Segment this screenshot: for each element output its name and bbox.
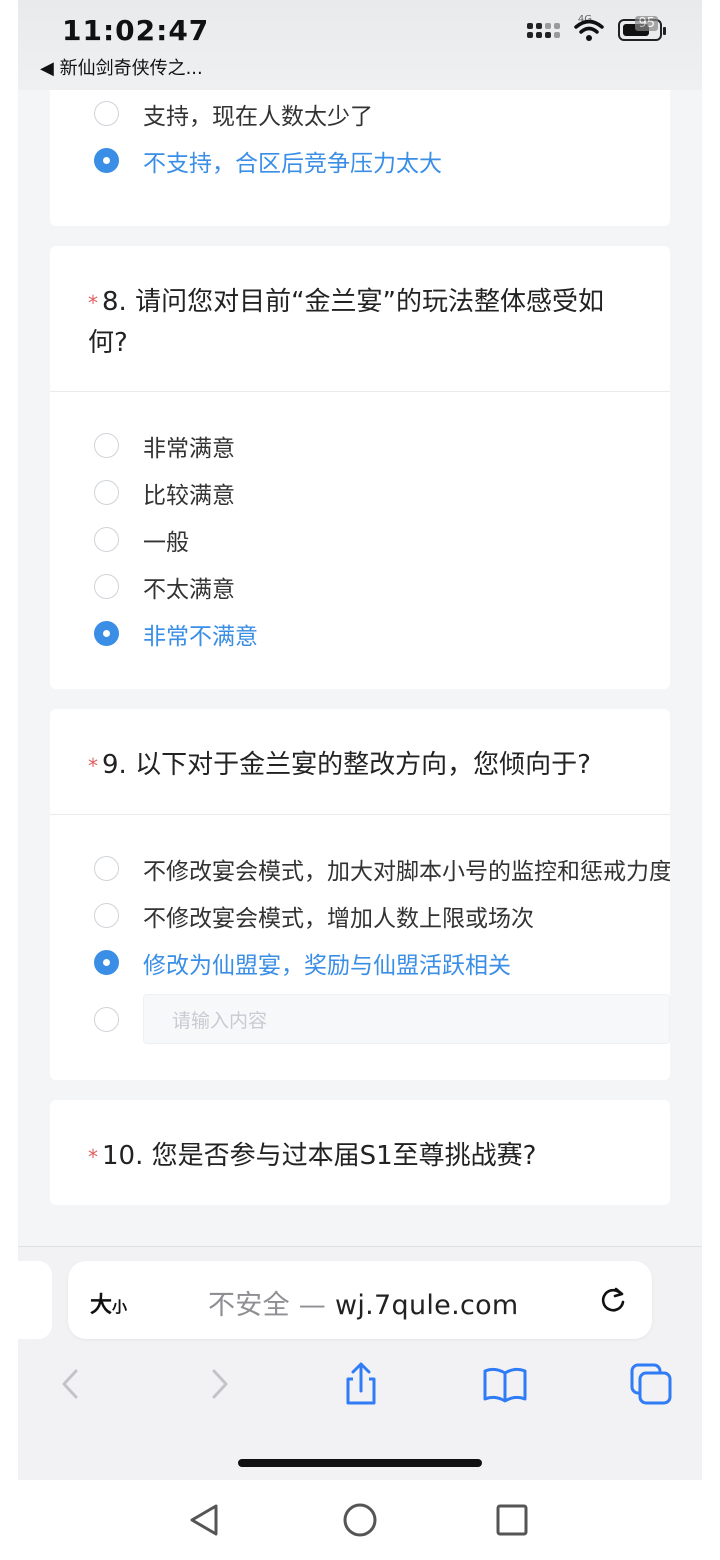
option-q8-2[interactable]: 比较满意: [94, 469, 670, 516]
question-card-10: * 10. 您是否参与过本届S1至尊挑战赛?: [50, 1100, 670, 1205]
question-title: * 10. 您是否参与过本届S1至尊挑战赛?: [50, 1100, 670, 1205]
back-icon[interactable]: [46, 1359, 96, 1409]
option-label: 修改为仙盟宴，奖励与仙盟活跃相关: [143, 952, 511, 979]
question-card-9: * 9. 以下对于金兰宴的整改方向，您倾向于? 不修改宴会模式，加大对脚本小号的监…: [50, 709, 670, 1080]
wifi-icon: [574, 19, 604, 41]
option-q7-1[interactable]: 支持，现在人数太少了: [94, 90, 670, 137]
clock: 11:02:47: [62, 14, 210, 47]
battery-level: 95: [635, 16, 658, 31]
question-options: 不修改宴会模式，加大对脚本小号的监控和惩戒力度 不修改宴会模式，增加人数上限或场…: [50, 815, 670, 1080]
right-gutter: [702, 0, 720, 1480]
required-star: *: [88, 291, 98, 315]
text-size-small: 小: [112, 1298, 128, 1316]
text-size-button[interactable]: 大小: [90, 1287, 127, 1319]
option-label: 比较满意: [143, 482, 235, 509]
radio-button[interactable]: [94, 1006, 119, 1032]
option-label: 不太满意: [143, 576, 235, 603]
browser-toolbar: 大小 不安全 — wj.7qule.com: [18, 1246, 702, 1480]
option-label: 一般: [143, 529, 189, 556]
text-size-big: 大: [90, 1293, 113, 1318]
radio-button[interactable]: [94, 527, 119, 552]
option-q7-2[interactable]: 不支持，合区后竞争压力太大: [94, 137, 670, 184]
nav-back-icon[interactable]: [186, 1502, 222, 1538]
radio-button-selected[interactable]: [94, 950, 119, 975]
option-label: 不修改宴会模式，增加人数上限或场次: [143, 905, 534, 932]
question-options: 非常满意 比较满意 一般 不太满意 非常不满意: [50, 392, 670, 689]
option-q9-2[interactable]: 不修改宴会模式，增加人数上限或场次: [94, 892, 670, 939]
home-indicator[interactable]: [238, 1459, 482, 1467]
option-q9-1[interactable]: 不修改宴会模式，加大对脚本小号的监控和惩戒力度: [94, 845, 670, 892]
question-text: 9. 以下对于金兰宴的整改方向，您倾向于?: [102, 750, 591, 780]
reload-icon[interactable]: [596, 1283, 630, 1317]
radio-button-selected[interactable]: [94, 148, 119, 173]
option-q8-3[interactable]: 一般: [94, 516, 670, 563]
question-title: * 9. 以下对于金兰宴的整改方向，您倾向于?: [50, 709, 670, 815]
insecure-label: 不安全 —: [208, 1290, 335, 1321]
option-label: 支持，现在人数太少了: [143, 103, 373, 130]
previous-tab-peek[interactable]: [18, 1261, 52, 1339]
required-star: *: [88, 754, 98, 778]
required-star: *: [88, 1145, 98, 1169]
signal-icon: [527, 22, 560, 38]
radio-button[interactable]: [94, 856, 119, 881]
radio-button[interactable]: [94, 574, 119, 599]
address-bar[interactable]: 大小 不安全 — wj.7qule.com: [68, 1261, 652, 1339]
other-text-input[interactable]: 请输入内容: [143, 994, 670, 1044]
question-title: * 8. 请问您对目前“金兰宴”的玩法整体感受如何?: [50, 246, 670, 392]
domain: wj.7qule.com: [334, 1290, 519, 1321]
option-q8-4[interactable]: 不太满意: [94, 563, 670, 610]
radio-button[interactable]: [94, 433, 119, 458]
tabs-icon[interactable]: [626, 1359, 676, 1409]
nav-home-icon[interactable]: [342, 1502, 378, 1538]
radio-button[interactable]: [94, 101, 119, 126]
toolbar-buttons: [18, 1359, 702, 1415]
option-label: 不修改宴会模式，加大对脚本小号的监控和惩戒力度: [143, 858, 670, 885]
status-bar: 11:02:47 ◀ 新仙剑奇侠传之... 4G 95: [18, 0, 702, 90]
option-q8-5[interactable]: 非常不满意: [94, 610, 670, 657]
radio-button[interactable]: [94, 480, 119, 505]
question-text: 10. 您是否参与过本届S1至尊挑战赛?: [102, 1141, 537, 1171]
url-text[interactable]: 不安全 — wj.7qule.com: [208, 1283, 519, 1322]
bookmarks-icon[interactable]: [480, 1359, 530, 1409]
browser-viewport: 支持，现在人数太少了 不支持，合区后竞争压力太大 * 8. 请问您对目前“金兰宴”…: [18, 0, 702, 1480]
option-label: 不支持，合区后竞争压力太大: [143, 150, 442, 177]
back-to-app-link[interactable]: ◀ 新仙剑奇侠传之...: [40, 54, 203, 80]
option-label: 非常不满意: [143, 623, 258, 650]
forward-icon[interactable]: [194, 1359, 244, 1409]
question-card-8: *8. 请问您对目前“金兰宴”的玩法整体感受如何? 非常满意 比较满意 一般: [50, 246, 670, 689]
option-q8-1[interactable]: 非常满意: [94, 422, 670, 469]
left-gutter: [0, 0, 18, 1480]
question-text: 8. 请问您对目前“金兰宴”的玩法整体感受如何?: [88, 287, 605, 358]
radio-button-selected[interactable]: [94, 621, 119, 646]
option-label: 非常满意: [143, 435, 235, 462]
option-q9-3[interactable]: 修改为仙盟宴，奖励与仙盟活跃相关: [94, 939, 670, 986]
share-icon[interactable]: [336, 1359, 386, 1409]
option-q9-other[interactable]: 请输入内容: [94, 990, 670, 1048]
survey-form: 支持，现在人数太少了 不支持，合区后竞争压力太大 * 8. 请问您对目前“金兰宴”…: [50, 60, 670, 1225]
radio-button[interactable]: [94, 903, 119, 928]
system-nav-bar: [0, 1480, 720, 1560]
nav-recents-icon[interactable]: [494, 1502, 530, 1538]
